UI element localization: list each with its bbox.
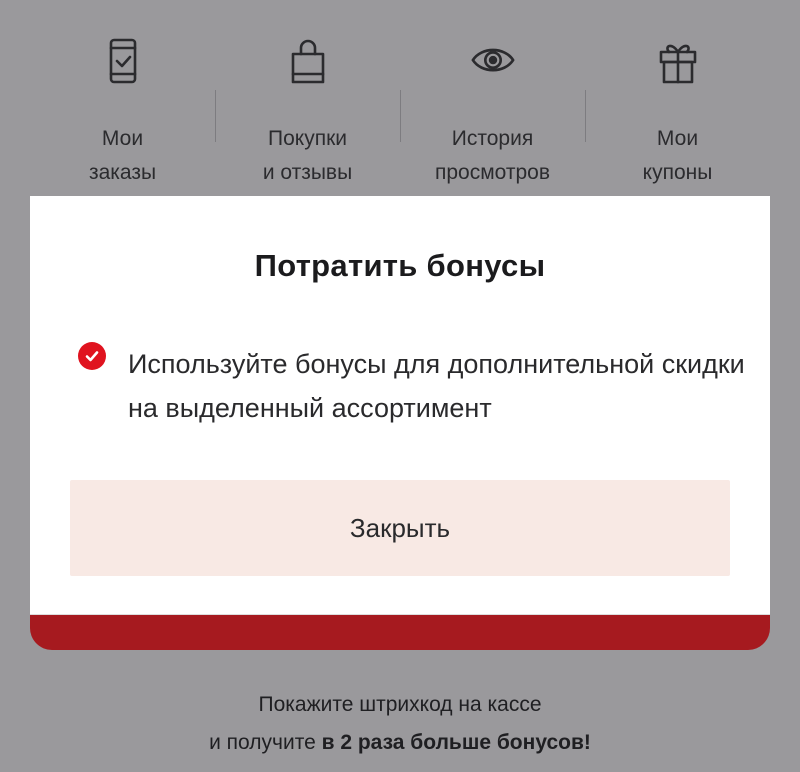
spend-bonuses-modal: Потратить бонусы Используйте бонусы для … [30, 196, 770, 615]
promo-line-2: и получите в 2 раза больше бонусов! [0, 724, 800, 762]
nav-label: История просмотров [434, 127, 551, 184]
nav-label: Мои заказы [88, 127, 157, 184]
nav-label: Покупки и отзывы [262, 127, 353, 184]
close-button[interactable]: Закрыть [70, 480, 730, 576]
check-icon [78, 342, 106, 370]
nav-item-my-coupons[interactable]: Мои купоны [585, 38, 770, 198]
promo-line-1: Покажите штрихкод на кассе [258, 693, 542, 716]
nav-item-view-history[interactable]: История просмотров [400, 38, 585, 198]
eye-icon [470, 38, 516, 92]
gift-icon [655, 38, 701, 92]
modal-title: Потратить бонусы [254, 248, 546, 283]
account-nav: Мои заказы Покупки и отзывы История прос… [30, 38, 770, 198]
nav-label: Мои купоны [642, 127, 713, 184]
modal-info-text: Используйте бонусы для дополнительной ск… [128, 349, 745, 423]
promo-line-2-prefix: и получите [209, 731, 322, 754]
nav-item-purchases-reviews[interactable]: Покупки и отзывы [215, 38, 400, 198]
promo-line-2-bold: в 2 раза больше бонусов! [321, 731, 591, 754]
nav-item-my-orders[interactable]: Мои заказы [30, 38, 215, 198]
phone-check-icon [100, 38, 146, 92]
barcode-promo: Покажите штрихкод на кассе и получите в … [0, 686, 800, 762]
shopping-bag-icon [285, 38, 331, 92]
